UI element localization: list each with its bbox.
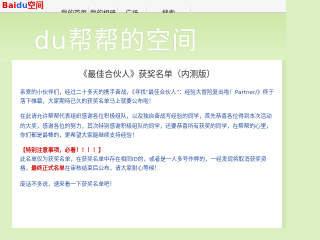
- space-title[interactable]: du帮帮的空间: [34, 21, 198, 57]
- notice-body-end: 在审核结束后公布，请大家耐心等候！: [64, 166, 160, 173]
- logo-suffix: 空间: [27, 1, 44, 10]
- top-bar: Baidu空间 我的首页我的相册广场搜索: [0, 0, 286, 19]
- notice-heading: 【特别注意事项，必看！！！！】: [20, 148, 104, 155]
- page-scrollbar[interactable]: [282, 60, 286, 228]
- logo-mark: du: [16, 1, 28, 10]
- post-paragraph-thanks: 在此请允许帮帮代表组织感谢各位积极组队，以及独自奋战写经验的同学，首先恭喜各位得…: [20, 114, 272, 139]
- notice-block: 【特别注意事项，必看！！！！】 此名单仅为获奖名单，在获奖名单中存在相同ID的，…: [20, 147, 274, 175]
- blog-post: 《最佳合伙人》获奖名单（内测版） 亲爱的小伙伴们，经过二十多天的携手奋战，《寻找…: [12, 60, 282, 228]
- post-paragraph-final: 废话不多说，速来看一下获奖名单吧！: [20, 181, 116, 188]
- baidu-logo[interactable]: Baidu空间: [2, 0, 44, 12]
- post-title: 《最佳合伙人》获奖名单（内测版）: [78, 70, 215, 80]
- notice-final-list: 最终正式名单: [31, 166, 65, 173]
- top-nav: 我的首页我的相册广场搜索: [60, 0, 191, 19]
- logo-text: Bai: [2, 1, 17, 10]
- post-paragraph-intro: 亲爱的小伙伴们，经过二十多天的携手奋战，《寻找"最佳合伙人"：经验大冒险复出啦！…: [20, 90, 274, 106]
